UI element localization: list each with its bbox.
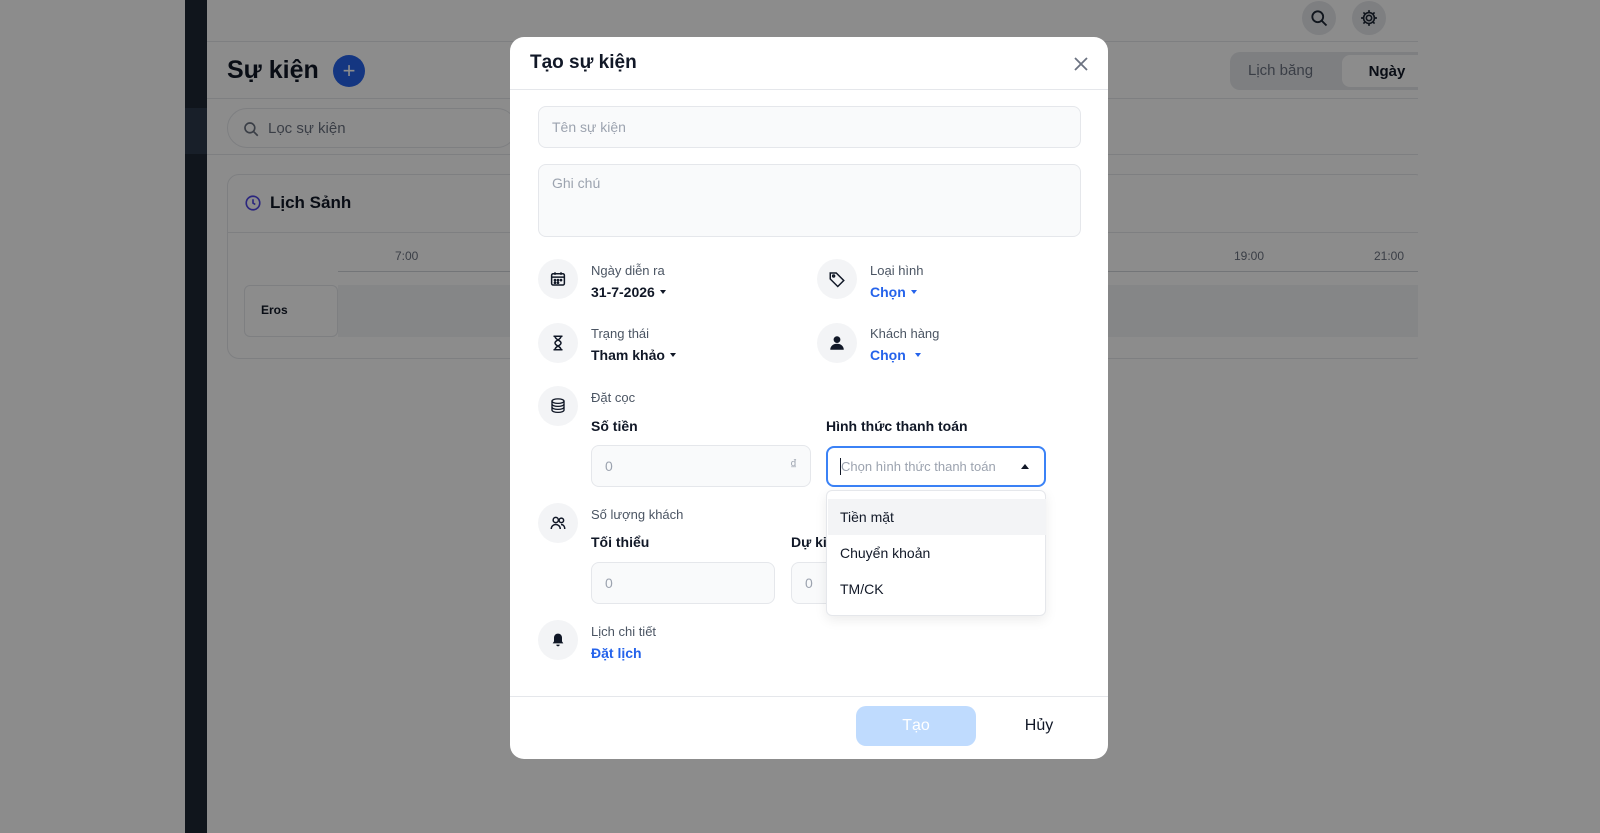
amount-label: Số tiền (591, 418, 638, 434)
divider (510, 89, 1108, 90)
close-button[interactable] (1072, 55, 1090, 73)
payment-method-select[interactable]: Chọn hình thức thanh toán (826, 446, 1046, 487)
guests-label: Số lượng khách (591, 507, 684, 522)
amount-input[interactable] (591, 445, 811, 487)
expected-guests-label: Dự ki (791, 534, 827, 550)
status-select[interactable]: Tham khảo (591, 347, 676, 363)
payment-method-placeholder: Chọn hình thức thanh toán (841, 459, 996, 474)
type-label: Loại hình (870, 263, 924, 278)
event-name-input[interactable] (538, 106, 1081, 148)
hourglass-icon (553, 335, 563, 351)
chevron-down-icon (669, 353, 676, 357)
chevron-down-icon (914, 353, 921, 357)
type-value: Chọn (870, 284, 906, 300)
status-label: Trạng thái (591, 326, 650, 341)
hourglass-icon-wrap (538, 323, 578, 363)
tag-icon (829, 272, 845, 288)
note-input[interactable] (538, 164, 1081, 237)
payment-method-dropdown: Tiền mặt Chuyển khoản TM/CK (826, 490, 1046, 616)
schedule-link[interactable]: Đặt lịch (591, 645, 642, 661)
schedule-label: Lịch chi tiết (591, 624, 657, 639)
create-button[interactable]: Tạo (856, 706, 976, 746)
payment-method-label: Hình thức thanh toán (826, 418, 968, 434)
chevron-up-icon (1021, 464, 1029, 469)
text-cursor (840, 458, 841, 475)
type-select[interactable]: Chọn (870, 284, 917, 300)
coins-icon (551, 398, 565, 414)
coins-icon-wrap (538, 386, 578, 426)
bell-icon (552, 633, 564, 647)
deposit-label: Đặt cọc (591, 390, 636, 405)
calendar-icon-wrap (538, 259, 578, 299)
user-icon (830, 336, 844, 350)
chevron-down-icon (659, 290, 666, 294)
date-picker[interactable]: 31-7-2026 (591, 284, 666, 300)
chevron-down-icon (910, 290, 917, 294)
user-icon-wrap (817, 323, 857, 363)
divider (510, 696, 1108, 697)
cancel-button[interactable]: Hủy (1006, 706, 1072, 746)
users-icon-wrap (538, 503, 578, 543)
close-icon (1074, 57, 1088, 71)
option-cash-transfer[interactable]: TM/CK (828, 571, 1046, 607)
tag-icon-wrap (817, 259, 857, 299)
customer-label: Khách hàng (870, 326, 940, 341)
bell-icon-wrap (538, 620, 578, 660)
option-cash[interactable]: Tiền mặt (828, 499, 1046, 535)
customer-select[interactable]: Chọn (870, 347, 921, 363)
status-value: Tham khảo (591, 347, 665, 363)
date-label: Ngày diễn ra (591, 263, 665, 278)
users-icon (550, 516, 566, 530)
create-event-modal: Tạo sự kiện Ngày diễn ra 31-7-2026 Loại … (510, 37, 1108, 759)
option-transfer[interactable]: Chuyển khoản (828, 535, 1046, 571)
date-value: 31-7-2026 (591, 284, 655, 300)
modal-title: Tạo sự kiện (530, 52, 637, 73)
calendar-icon (550, 272, 566, 286)
customer-value: Chọn (870, 347, 906, 363)
min-guests-label: Tối thiểu (591, 534, 650, 550)
min-guests-input[interactable] (591, 562, 775, 604)
currency-unit: ₫ (790, 456, 798, 472)
